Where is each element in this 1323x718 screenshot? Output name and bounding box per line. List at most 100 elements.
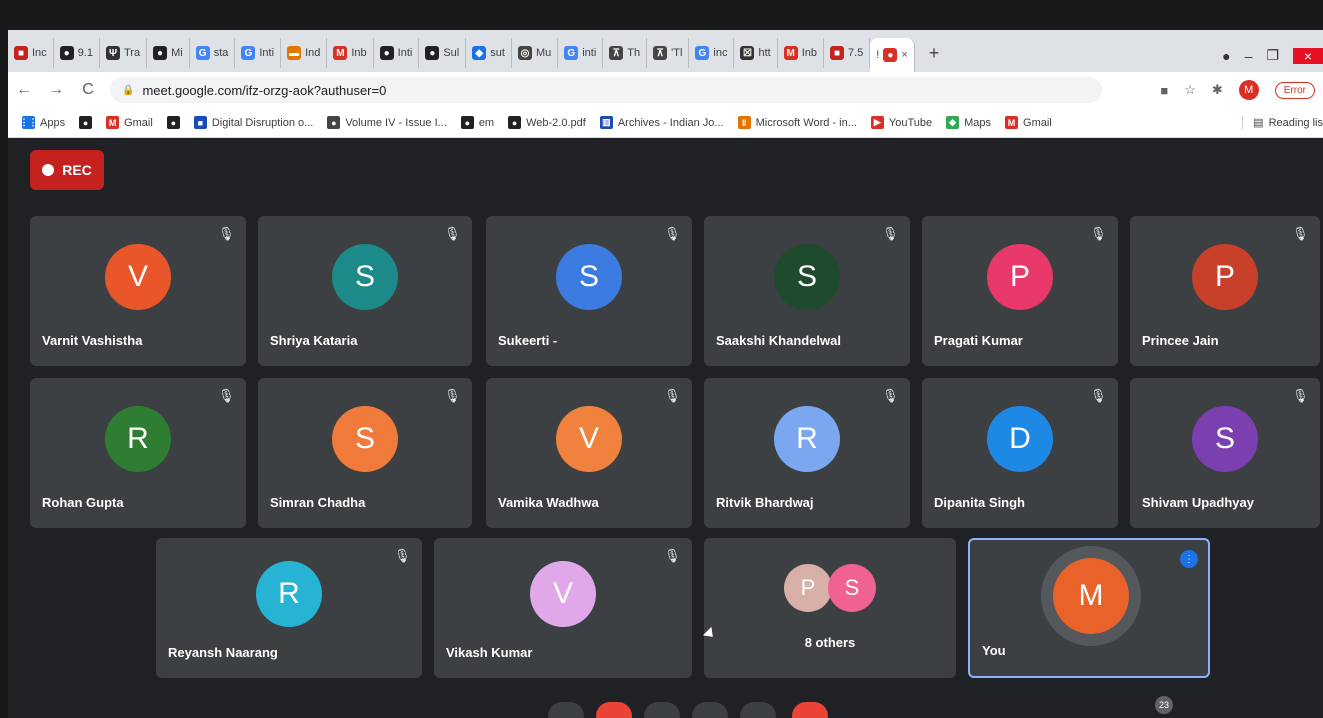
browser-tab[interactable]: ▬ Ind: [281, 38, 328, 68]
browser-tab[interactable]: ◎ Mu: [512, 38, 559, 68]
new-tab-button[interactable]: +: [915, 43, 954, 64]
star-icon[interactable]: ☆: [1184, 82, 1196, 98]
participant-tile[interactable]: 🎙 P Princee Jain: [1130, 216, 1320, 366]
bookmark-item[interactable]: ● Web-2.0.pdf: [508, 116, 586, 129]
profile-avatar[interactable]: M: [1238, 80, 1259, 100]
avatar: S: [1192, 406, 1258, 472]
avatar: S: [828, 564, 876, 612]
browser-tab[interactable]: ☒ htt: [734, 38, 778, 68]
meeting-control-button[interactable]: [740, 702, 776, 718]
meeting-control-button[interactable]: [692, 702, 728, 718]
camera-icon[interactable]: ■: [1160, 83, 1168, 98]
participant-tile[interactable]: 🎙 P Pragati Kumar: [922, 216, 1118, 366]
participant-tile[interactable]: 🎙 R Ritvik Bhardwaj: [704, 378, 910, 528]
mic-off-icon: 🎙: [444, 226, 461, 241]
participant-tile[interactable]: 🎙 S Saakshi Khandelwal: [704, 216, 910, 366]
meeting-control-button[interactable]: [792, 702, 828, 718]
tab-title: Inti: [397, 47, 413, 59]
tab-favicon-icon: ▬: [287, 46, 302, 60]
participant-tile[interactable]: 🎙 R Reyansh Naarang: [156, 538, 422, 678]
bookmark-item[interactable]: M Gmail: [106, 116, 153, 129]
browser-tab[interactable]: ⊼ 'Tl: [647, 38, 690, 68]
browser-tab[interactable]: ■ Inc: [8, 38, 54, 68]
participant-tile[interactable]: 🎙 S Shivam Upadhyay: [1130, 378, 1320, 528]
avatar: P: [1192, 244, 1258, 310]
browser-tab[interactable]: ● 9.1: [54, 38, 100, 68]
browser-tab[interactable]: ⊼ Th: [603, 38, 648, 68]
bookmark-favicon-icon: ▶: [870, 116, 884, 129]
participant-tile[interactable]: 🎙 R Rohan Gupta: [30, 378, 246, 528]
browser-tab-active[interactable]: ! ● ×: [870, 38, 915, 72]
tab-favicon-icon: G: [241, 46, 256, 60]
maximize-icon[interactable]: ❐: [1266, 47, 1279, 64]
browser-tab[interactable]: ◆ sut: [466, 38, 512, 68]
tab-title: Ind: [305, 47, 321, 59]
browser-tab[interactable]: M Inb: [778, 38, 824, 68]
participant-name: Princee Jain: [1142, 333, 1219, 348]
recording-indicator: REC: [30, 150, 104, 190]
bookmark-item[interactable]: ■ Digital Disruption o...: [193, 116, 313, 129]
bookmark-item[interactable]: ▶ YouTube: [870, 116, 932, 129]
browser-tab[interactable]: Ginti: [558, 38, 604, 68]
forward-icon[interactable]: →: [40, 81, 72, 99]
bookmark-label: Apps: [40, 116, 66, 129]
close-tab-icon[interactable]: ×: [901, 49, 907, 61]
mic-off-icon: 🎙: [218, 226, 235, 241]
bookmark-item[interactable]: ⋮⋮ Apps: [20, 116, 66, 129]
meeting-control-button[interactable]: [596, 702, 632, 718]
extensions-icon[interactable]: ✱: [1212, 82, 1223, 98]
bookmark-item[interactable]: ‖ Microsoft Word - in...: [737, 116, 857, 129]
tab-strip: ■ Inc ● 9.1 Ψ Tra ● Mi Gsta G Inti ▬ Ind M Inb ● Inti ● Su…: [8, 30, 1323, 72]
url-text[interactable]: meet.google.com/ifz-orzg-aok?authuser=0: [142, 83, 386, 98]
error-button[interactable]: Error: [1274, 81, 1315, 99]
bookmark-item[interactable]: M Gmail: [1005, 116, 1052, 129]
browser-tab[interactable]: G Inti: [235, 38, 282, 68]
back-icon[interactable]: ←: [8, 81, 40, 99]
participant-tile[interactable]: 🎙 S Simran Chadha: [258, 378, 472, 528]
minimize-icon[interactable]: –: [1245, 48, 1253, 64]
profile-icon[interactable]: ●: [1222, 48, 1230, 64]
browser-tab[interactable]: Ginc: [689, 38, 735, 68]
participant-tile[interactable]: 🎙 S Sukeerti -: [486, 216, 692, 366]
browser-tab[interactable]: ● Sul: [419, 38, 467, 68]
avatar: D: [987, 406, 1053, 472]
browser-tab[interactable]: ● Inti: [374, 38, 420, 68]
participant-tile[interactable]: 🎙 D Dipanita Singh: [922, 378, 1118, 528]
lock-icon[interactable]: 🔒: [122, 85, 134, 96]
tab-favicon-icon: ⊼: [653, 46, 668, 60]
tab-favicon-icon: G: [195, 46, 210, 60]
tab-favicon-icon: ◎: [517, 46, 532, 60]
reading-list-button[interactable]: ▤ Reading lis: [1242, 116, 1323, 129]
address-bar[interactable]: 🔒 meet.google.com/ifz-orzg-aok?authuser=…: [110, 77, 1102, 103]
mic-off-icon: 🎙: [394, 548, 411, 563]
others-tile[interactable]: PS 8 others: [704, 538, 956, 678]
close-window-icon[interactable]: ×: [1293, 47, 1323, 64]
self-tile[interactable]: M You ⋮: [968, 538, 1210, 678]
tab-title: htt: [758, 47, 771, 59]
browser-tab[interactable]: ● Mi: [147, 38, 190, 68]
bookmark-item[interactable]: ▥ Archives - Indian Jo...: [599, 116, 724, 129]
browser-tab[interactable]: M Inb: [327, 38, 374, 68]
browser-tab[interactable]: ■ 7.5: [824, 38, 871, 68]
avatar: S: [774, 244, 840, 310]
participant-tile[interactable]: 🎙 V Vikash Kumar: [434, 538, 692, 678]
bookmark-item[interactable]: ●: [79, 116, 93, 129]
bookmark-item[interactable]: ●: [166, 116, 180, 129]
meeting-control-button[interactable]: [644, 702, 680, 718]
participant-tile[interactable]: 🎙 V Vamika Wadhwa: [486, 378, 692, 528]
mic-off-icon: 🎙: [1292, 226, 1309, 241]
browser-tab[interactable]: Ψ Tra: [100, 38, 148, 68]
participant-tile[interactable]: 🎙 V Varnit Vashistha: [30, 216, 246, 366]
reload-icon[interactable]: C: [72, 81, 104, 99]
tab-title: sta: [213, 47, 229, 59]
tab-favicon-icon: ⊼: [609, 46, 624, 60]
bookmark-item[interactable]: ● Volume IV - Issue I...: [327, 116, 447, 129]
participant-tile[interactable]: 🎙 S Shriya Kataria: [258, 216, 472, 366]
bookmark-favicon-icon: ●: [166, 116, 180, 129]
bookmark-item[interactable]: ● em: [460, 116, 494, 129]
meeting-control-button[interactable]: [548, 702, 584, 718]
browser-tab[interactable]: Gsta: [190, 38, 236, 68]
bookmark-item[interactable]: ◆ Maps: [946, 116, 991, 129]
avatar: S: [556, 244, 622, 310]
tab-favicon-icon: ●: [425, 46, 440, 60]
